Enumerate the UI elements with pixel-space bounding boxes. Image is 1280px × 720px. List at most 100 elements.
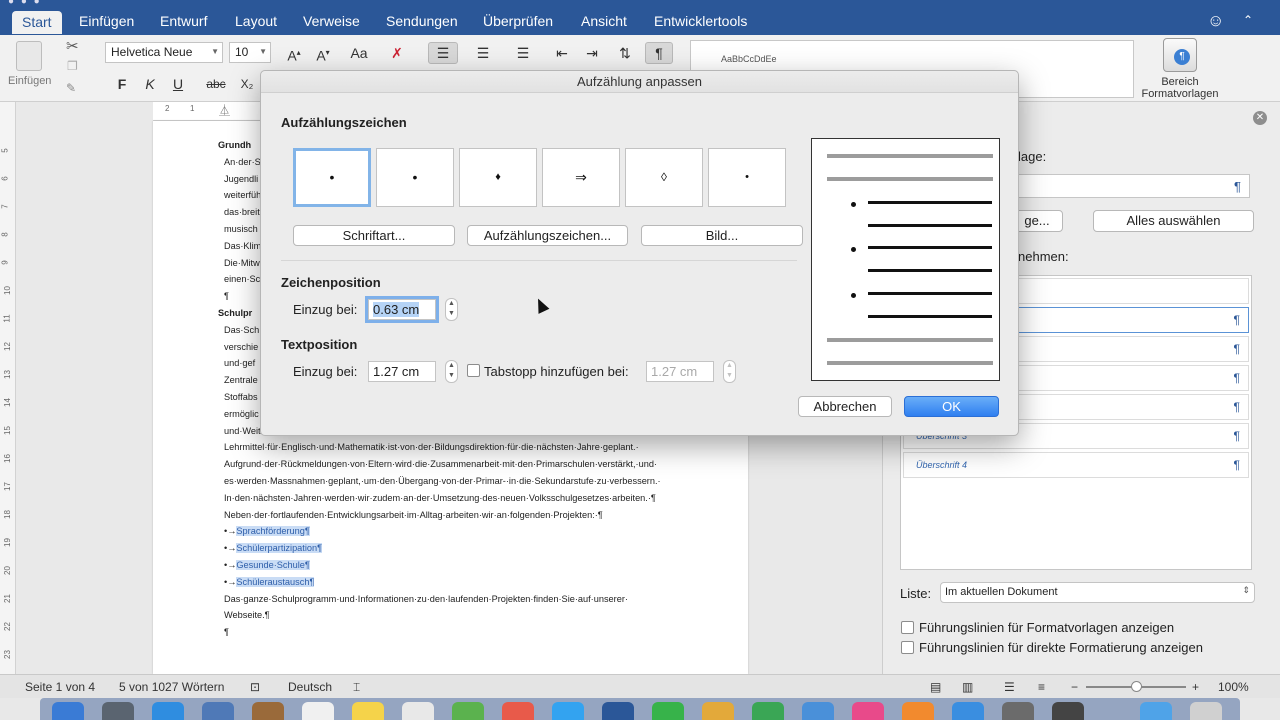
text-indent-input[interactable]: 1.27 cm: [368, 361, 436, 382]
tab-ansicht[interactable]: Ansicht: [581, 13, 627, 29]
tab-entwicklertools[interactable]: Entwicklertools: [654, 13, 747, 29]
bullet-option-6[interactable]: •: [708, 148, 786, 207]
tab-einfuegen[interactable]: Einfügen: [79, 13, 134, 29]
multilevel-list-icon[interactable]: ☰: [508, 42, 538, 64]
zoom-in-icon[interactable]: +: [1192, 680, 1199, 694]
feedback-smiley-icon[interactable]: ☺: [1207, 11, 1224, 31]
close-icon[interactable]: ✕: [1253, 111, 1267, 125]
dock-reminders-icon[interactable]: [402, 702, 434, 720]
dock-photos-icon[interactable]: [502, 702, 534, 720]
dock-pages-icon[interactable]: [702, 702, 734, 720]
bullet-list-item[interactable]: •→Gesunde·Schule¶: [224, 560, 310, 570]
tab-stop-input[interactable]: 1.27 cm: [646, 361, 714, 382]
dock-settings-icon[interactable]: [1002, 702, 1034, 720]
liste-select[interactable]: Im aktuellen Dokument ⇕: [940, 582, 1255, 603]
dock-facetime-icon[interactable]: [652, 702, 684, 720]
tab-entwurf[interactable]: Entwurf: [160, 13, 207, 29]
bullet-option-4[interactable]: ⇒: [542, 148, 620, 207]
subscript-button[interactable]: X₂: [236, 73, 258, 95]
tab-start[interactable]: Start: [12, 11, 62, 34]
font-name-select[interactable]: Helvetica Neue ▼: [105, 42, 223, 63]
dock-messages-icon[interactable]: [552, 702, 584, 720]
bullet-char-button[interactable]: Aufzählungszeichen...: [467, 225, 628, 246]
bullet-list-item[interactable]: •→Sprachförderung¶: [224, 526, 310, 537]
guides-direct-checkbox[interactable]: [901, 641, 914, 654]
draft-view-icon[interactable]: ≡: [1038, 680, 1045, 694]
add-tab-checkbox[interactable]: [467, 364, 480, 377]
dock-maps-icon[interactable]: [452, 702, 484, 720]
tab-stop-stepper[interactable]: ▲ ▼: [723, 360, 736, 383]
italic-button[interactable]: K: [140, 73, 160, 95]
format-painter-icon[interactable]: ✎: [66, 81, 76, 95]
font-button[interactable]: Schriftart...: [293, 225, 455, 246]
dock-word-icon[interactable]: [602, 702, 634, 720]
ok-button[interactable]: OK: [904, 396, 999, 417]
language[interactable]: Deutsch: [288, 680, 332, 694]
bullet-option-1[interactable]: •: [293, 148, 371, 207]
tab-verweise[interactable]: Verweise: [303, 13, 360, 29]
dock-folder-icon[interactable]: [1140, 702, 1172, 720]
increase-indent-icon[interactable]: ⇥: [580, 42, 604, 64]
window-controls[interactable]: ● ● ●: [8, 0, 42, 7]
picture-button[interactable]: Bild...: [641, 225, 803, 246]
print-layout-icon[interactable]: ▤: [930, 680, 941, 694]
char-indent-stepper[interactable]: ▲ ▼: [445, 298, 458, 321]
show-marks-icon[interactable]: ¶: [645, 42, 673, 64]
font-size-select[interactable]: 10 ▼: [229, 42, 271, 63]
dock-keynote-icon[interactable]: [802, 702, 834, 720]
dock-safari-icon[interactable]: [152, 702, 184, 720]
paste-icon[interactable]: [16, 41, 42, 71]
outline-view-icon[interactable]: ☰: [1004, 680, 1015, 694]
dock-launchpad-icon[interactable]: [102, 702, 134, 720]
cut-icon[interactable]: ✂: [66, 37, 79, 55]
change-case-icon[interactable]: Aa: [343, 42, 375, 64]
bullets-icon[interactable]: ☰: [428, 42, 458, 64]
decrease-indent-icon[interactable]: ⇤: [550, 42, 574, 64]
dock-books-icon[interactable]: [902, 702, 934, 720]
dock-calendar-icon[interactable]: [302, 702, 334, 720]
strikethrough-button[interactable]: abc: [203, 73, 229, 95]
web-layout-icon[interactable]: ▥: [962, 680, 973, 694]
copy-icon[interactable]: ❐: [67, 59, 78, 73]
sort-icon[interactable]: ⇅: [613, 42, 637, 64]
bullet-option-3[interactable]: ♦: [459, 148, 537, 207]
dock-appstore-icon[interactable]: [952, 702, 984, 720]
tab-sendungen[interactable]: Sendungen: [386, 13, 458, 29]
dock-imovie-icon[interactable]: [1052, 702, 1084, 720]
track-changes-icon[interactable]: ⌶: [353, 680, 360, 695]
word-count[interactable]: 5 von 1027 Wörtern: [119, 680, 224, 694]
zoom-slider-handle[interactable]: [1131, 681, 1142, 692]
bullet-option-2[interactable]: •: [376, 148, 454, 207]
current-style-field[interactable]: ¶: [1018, 174, 1250, 198]
guides-styles-checkbox[interactable]: [901, 621, 914, 634]
proofing-icon[interactable]: ⊡: [250, 680, 260, 694]
underline-button[interactable]: U: [168, 73, 188, 95]
bullet-option-5[interactable]: ◊: [625, 148, 703, 207]
dock-notes-icon[interactable]: [352, 702, 384, 720]
dock-trash-icon[interactable]: [1190, 702, 1222, 720]
ribbon-collapse-icon[interactable]: ⌃: [1243, 13, 1253, 27]
page-count[interactable]: Seite 1 von 4: [25, 680, 95, 694]
char-indent-input[interactable]: 0.63 cm: [365, 296, 439, 323]
tab-ueberpruefen[interactable]: Überprüfen: [483, 13, 553, 29]
indent-marker-icon[interactable]: ⏅: [219, 102, 230, 118]
bold-button[interactable]: F: [112, 73, 132, 95]
bullet-list-item[interactable]: •→Schülerpartizipation¶: [224, 543, 323, 554]
zoom-level[interactable]: 100%: [1218, 680, 1249, 694]
dock-finder-icon[interactable]: [52, 702, 84, 720]
dock-numbers-icon[interactable]: [752, 702, 784, 720]
dock-mail-icon[interactable]: [202, 702, 234, 720]
clear-formatting-icon[interactable]: ✗: [384, 42, 410, 64]
cancel-button[interactable]: Abbrechen: [798, 396, 892, 417]
numbering-icon[interactable]: ☰: [468, 42, 498, 64]
grow-font-icon[interactable]: A▴: [281, 42, 307, 64]
dock-contacts-icon[interactable]: [252, 702, 284, 720]
style-list-item[interactable]: Überschrift 4 ¶: [903, 452, 1249, 478]
bullet-list-item[interactable]: •→Schüleraustausch¶: [224, 576, 315, 587]
style-preview-normal[interactable]: AaBbCcDdEe: [721, 54, 777, 64]
select-all-button[interactable]: Alles auswählen: [1093, 210, 1254, 232]
shrink-font-icon[interactable]: A▾: [310, 42, 336, 64]
zoom-out-icon[interactable]: −: [1071, 680, 1078, 694]
styles-pane-button[interactable]: ¶ Bereich Formatvorlagen: [1140, 38, 1220, 100]
text-indent-stepper[interactable]: ▲ ▼: [445, 360, 458, 383]
